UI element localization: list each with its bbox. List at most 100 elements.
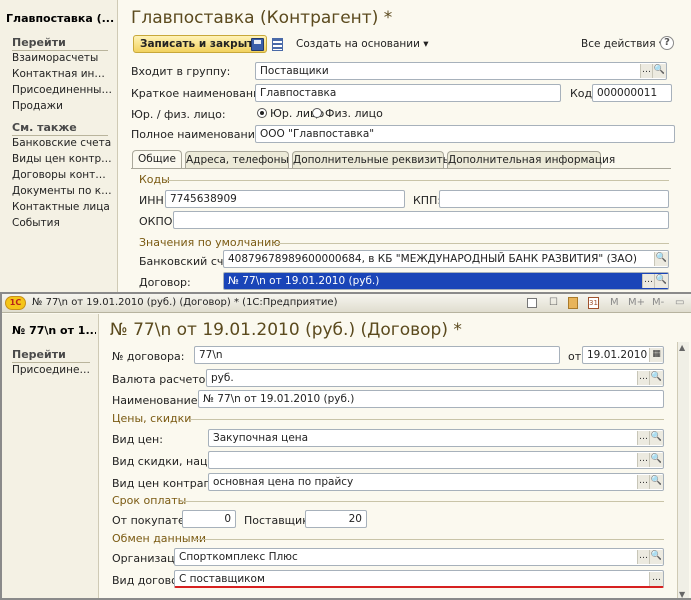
prices-divider — [190, 419, 664, 420]
organization-field[interactable]: Спорткомплекс Плюс … 🔍 — [174, 548, 664, 566]
ellipsis-icon[interactable]: … — [637, 550, 649, 564]
search-icon[interactable]: 🔍 — [649, 453, 663, 467]
sidebar-title: Главпоставка (... — [6, 12, 114, 25]
sidebar-item-attached-files[interactable]: Присоединенные ф... — [12, 84, 112, 96]
calendar-icon[interactable]: 31 — [588, 297, 599, 309]
full-name-field[interactable]: ООО "Главпоставка" — [255, 125, 675, 143]
individual-radio[interactable] — [312, 108, 322, 118]
individual-label: Физ. лицо — [325, 107, 383, 120]
help-icon[interactable]: ? — [660, 36, 674, 50]
sidebar-item-contracts[interactable]: Договоры контраг... — [12, 169, 112, 181]
memory-minus-icon[interactable]: M- — [652, 297, 664, 308]
date-field[interactable]: 19.01.2010 ▦ — [582, 346, 664, 364]
save-close-button[interactable]: Записать и закрыть — [133, 35, 267, 53]
all-actions-button[interactable]: Все действия ▾ — [581, 38, 664, 50]
scroll-up-icon[interactable]: ▲ — [679, 343, 685, 352]
search-icon[interactable]: 🔍 — [654, 274, 668, 288]
contract-kind-field[interactable]: С поставщиком … — [174, 570, 664, 588]
calculator-icon[interactable] — [568, 297, 578, 309]
contract-field[interactable]: № 77\n от 19.01.2010 (руб.) … 🔍 — [223, 272, 669, 290]
search-icon[interactable]: 🔍 — [649, 475, 663, 489]
price-type-label: Вид цен: — [112, 433, 163, 446]
sidebar-item-documents[interactable]: Документы по конт... — [12, 185, 112, 197]
currency-value: руб. — [211, 372, 234, 384]
contract-kind-value: С поставщиком — [179, 573, 265, 585]
name-field[interactable]: № 77\n от 19.01.2010 (руб.) — [198, 390, 664, 408]
bank-account-value: 40879678989600000684, в КБ "МЕЖДУНАРОДНЫ… — [228, 253, 637, 265]
vertical-scrollbar[interactable]: ▲ ▼ — [677, 342, 689, 598]
page-title: Главпоставка (Контрагент) * — [131, 8, 393, 28]
prices-section-title: Цены, скидки — [112, 412, 192, 425]
kpp-label: КПП: — [413, 194, 442, 207]
lock-icon[interactable] — [527, 298, 537, 308]
calendar-icon[interactable]: ▦ — [649, 348, 663, 362]
inn-field[interactable]: 7745638909 — [165, 190, 405, 208]
sidebar-item-settlements[interactable]: Взаиморасчеты — [12, 52, 112, 64]
discount-field[interactable]: … 🔍 — [208, 451, 664, 469]
tab-strip — [131, 168, 671, 169]
supplier-term-field[interactable]: 20 — [305, 510, 367, 528]
kpp-field[interactable] — [439, 190, 669, 208]
group-value: Поставщики — [260, 65, 329, 77]
ellipsis-icon[interactable]: … — [637, 371, 649, 385]
sidebar-item-events[interactable]: События — [12, 217, 112, 229]
search-icon[interactable]: 🔍 — [652, 64, 666, 78]
tab-extra-info[interactable]: Дополнительная информация — [447, 151, 615, 168]
ellipsis-icon[interactable]: … — [637, 431, 649, 445]
ellipsis-icon[interactable]: … — [642, 274, 654, 288]
buyer-term-field[interactable]: 0 — [182, 510, 236, 528]
ellipsis-icon[interactable]: … — [649, 572, 663, 586]
memory-plus-icon[interactable]: M+ — [628, 297, 645, 308]
short-name-field[interactable]: Главпоставка — [255, 84, 561, 102]
short-name-label: Краткое наименование: — [131, 87, 271, 100]
sidebar-item-attached[interactable]: Присоединенн... — [12, 364, 96, 376]
contract-number-label: № договора: — [112, 350, 185, 363]
full-name-label: Полное наименование: — [131, 128, 266, 141]
partner-price-field[interactable]: основная цена по прайсу … 🔍 — [208, 473, 664, 491]
contract-sidebar-go-header: Перейти — [12, 348, 90, 363]
price-type-value: Закупочная цена — [213, 432, 309, 444]
tab-extra-requisites[interactable]: Дополнительные реквизиты — [292, 151, 451, 168]
code-field[interactable]: 000000011 — [592, 84, 672, 102]
save-icon[interactable] — [251, 38, 264, 51]
counterparty-sidebar: Главпоставка (... Перейти Взаиморасчеты … — [0, 0, 118, 292]
group-field[interactable]: Поставщики … 🔍 — [255, 62, 667, 80]
exchange-divider — [194, 539, 664, 540]
search-icon[interactable]: 🔍 — [649, 371, 663, 385]
sidebar-item-contact-info[interactable]: Контактная инфор... — [12, 68, 112, 80]
scroll-down-icon[interactable]: ▼ — [679, 590, 685, 598]
contract-number-field[interactable]: 77\n — [194, 346, 560, 364]
sidebar-go-header: Перейти — [12, 36, 108, 51]
okpo-field[interactable] — [173, 211, 669, 229]
bank-account-field[interactable]: 40879678989600000684, в КБ "МЕЖДУНАРОДНЫ… — [223, 250, 669, 268]
sidebar-item-contacts[interactable]: Контактные лица — [12, 201, 112, 213]
contract-window: 1С № 77\n от 19.01.2010 (руб.) (Договор)… — [0, 292, 691, 600]
contract-main: № 77\n от 19.01.2010 (руб.) (Договор) * … — [100, 314, 691, 598]
sidebar-see-also-header: См. также — [12, 121, 108, 136]
ellipsis-icon[interactable]: … — [637, 475, 649, 489]
sidebar-item-sales[interactable]: Продажи — [12, 100, 112, 112]
list-icon[interactable] — [272, 38, 283, 51]
minimize-icon[interactable]: ▭ — [675, 297, 684, 308]
legal-entity-radio[interactable] — [257, 108, 267, 118]
create-based-on-button[interactable]: Создать на основании ▾ — [296, 38, 429, 50]
sidebar-item-bank-accounts[interactable]: Банковские счета — [12, 137, 112, 149]
name-label: Наименование: — [112, 394, 202, 407]
ellipsis-icon[interactable]: … — [640, 64, 652, 78]
counterparty-window: Главпоставка (... Перейти Взаиморасчеты … — [0, 0, 691, 292]
contract-title: № 77\n от 19.01.2010 (руб.) (Договор) * — [110, 320, 462, 340]
contract-label: Договор: — [139, 276, 191, 289]
sidebar-item-price-types[interactable]: Виды цен контраге... — [12, 153, 112, 165]
ellipsis-icon[interactable]: … — [637, 453, 649, 467]
star-icon[interactable]: ☐ — [549, 297, 558, 308]
codes-section-title: Коды — [139, 173, 170, 186]
tab-addresses[interactable]: Адреса, телефоны — [185, 151, 289, 168]
tab-general[interactable]: Общие — [132, 150, 182, 168]
price-type-field[interactable]: Закупочная цена … 🔍 — [208, 429, 664, 447]
search-icon[interactable]: 🔍 — [649, 431, 663, 445]
memory-m-icon[interactable]: M — [610, 297, 619, 308]
currency-field[interactable]: руб. … 🔍 — [206, 369, 664, 387]
search-icon[interactable]: 🔍 — [654, 252, 668, 266]
search-icon[interactable]: 🔍 — [649, 550, 663, 564]
organization-value: Спорткомплекс Плюс — [179, 551, 298, 563]
